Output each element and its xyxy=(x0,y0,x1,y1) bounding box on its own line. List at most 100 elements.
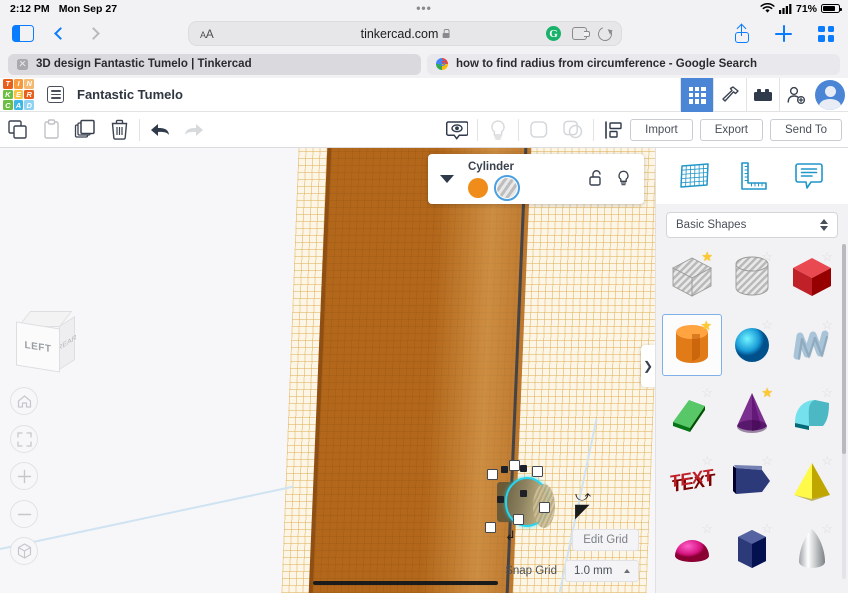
paste-button[interactable] xyxy=(34,112,68,148)
group-button[interactable] xyxy=(522,112,556,148)
star-icon[interactable]: ☆ xyxy=(821,386,833,399)
shape-sphere[interactable]: ☆ xyxy=(722,314,782,376)
send-to-button[interactable]: Send To xyxy=(770,118,842,141)
unlocked-padlock-icon[interactable] xyxy=(589,170,603,186)
shape-box[interactable]: ☆ xyxy=(782,246,842,308)
lightbulb-icon[interactable] xyxy=(617,170,630,186)
grid-view-button[interactable] xyxy=(680,78,713,112)
puzzle-extension-icon[interactable] xyxy=(572,27,590,40)
star-icon[interactable]: ☆ xyxy=(701,386,713,399)
redo-button[interactable] xyxy=(177,112,211,148)
perspective-toggle-button[interactable] xyxy=(10,537,38,565)
resize-handle[interactable] xyxy=(509,460,520,471)
notes-tab[interactable] xyxy=(791,158,827,194)
text-size-button[interactable]: AA xyxy=(200,27,214,41)
shape-hex-prism[interactable]: ☆ xyxy=(722,518,782,580)
view-cube-front[interactable]: LEFT xyxy=(16,321,60,373)
shape-scribble[interactable]: ☆ xyxy=(782,314,842,376)
object-properties-panel[interactable]: Cylinder xyxy=(428,154,644,204)
forward-button[interactable] xyxy=(87,27,100,40)
triangle-down-icon[interactable] xyxy=(440,175,454,183)
tools-button[interactable] xyxy=(713,78,746,112)
3d-canvas[interactable]: ⤻ ◤ ↲ Edit Grid Snap Grid 1.0 mm REAR LE… xyxy=(0,148,655,593)
workplane-tab[interactable] xyxy=(677,158,713,194)
stepper-icon[interactable] xyxy=(820,219,828,231)
view-cube[interactable]: REAR LEFT xyxy=(14,311,77,373)
star-icon[interactable]: ☆ xyxy=(821,454,833,467)
shape-cylinder-hole[interactable]: ☆ xyxy=(722,246,782,308)
shape-pentagon[interactable]: ☆ xyxy=(722,450,782,512)
browser-tab-tinkercad[interactable]: 3D design Fantastic Tumelo | Tinkercad xyxy=(8,53,421,75)
solid-color-swatch[interactable] xyxy=(468,177,488,198)
duplicate-button[interactable] xyxy=(68,112,102,148)
star-icon[interactable]: ★ xyxy=(700,319,712,332)
star-icon[interactable]: ☆ xyxy=(701,522,713,535)
export-button[interactable]: Export xyxy=(699,118,763,141)
resize-handle[interactable] xyxy=(513,514,524,525)
shape-roof[interactable]: ☆ xyxy=(662,382,722,444)
light-button[interactable] xyxy=(481,112,515,148)
star-icon[interactable]: ★ xyxy=(761,386,773,399)
import-button[interactable]: Import xyxy=(630,118,693,141)
view-cube-side[interactable]: REAR xyxy=(57,316,77,370)
corner-handle[interactable] xyxy=(520,490,527,497)
ungroup-button[interactable] xyxy=(556,112,590,148)
invite-button[interactable] xyxy=(779,78,812,112)
shape-category-dropdown[interactable]: Basic Shapes xyxy=(666,212,838,238)
close-icon[interactable] xyxy=(17,58,28,70)
resize-handle[interactable] xyxy=(532,466,543,477)
star-icon[interactable]: ☆ xyxy=(821,250,833,263)
zoom-out-button[interactable] xyxy=(10,500,38,528)
panel-scrollbar-thumb[interactable] xyxy=(842,244,846,454)
edit-grid-button[interactable]: Edit Grid xyxy=(572,529,639,551)
star-icon[interactable]: ☆ xyxy=(821,522,833,535)
star-icon[interactable]: ☆ xyxy=(821,318,833,331)
grammarly-icon[interactable]: G xyxy=(546,26,561,41)
tab-overview-icon[interactable] xyxy=(818,25,834,42)
user-avatar[interactable] xyxy=(812,78,848,112)
shape-box-hole[interactable]: ★ xyxy=(662,246,722,308)
shape-pyramid[interactable]: ☆ xyxy=(782,450,842,512)
zoom-in-button[interactable] xyxy=(10,462,38,490)
new-tab-button[interactable] xyxy=(775,25,792,42)
align-button[interactable] xyxy=(597,112,631,148)
shape-round-roof[interactable]: ☆ xyxy=(782,382,842,444)
resize-handle[interactable] xyxy=(485,522,496,533)
rotate-handle[interactable]: ↲ xyxy=(505,528,516,544)
rotate-handle[interactable]: ◤ xyxy=(575,500,590,523)
selected-object[interactable]: ⤻ ◤ ↲ xyxy=(485,460,591,543)
corner-handle[interactable] xyxy=(501,466,508,473)
shape-text[interactable]: TEXT TEXT ☆ xyxy=(662,450,722,512)
share-icon[interactable] xyxy=(735,23,749,43)
fit-to-view-button[interactable] xyxy=(10,425,38,453)
tinkercad-logo[interactable]: TIN KER CAD xyxy=(3,79,34,110)
shape-cone[interactable]: ★ xyxy=(722,382,782,444)
undo-button[interactable] xyxy=(143,112,177,148)
star-icon[interactable]: ☆ xyxy=(761,454,773,467)
star-icon[interactable]: ☆ xyxy=(761,522,773,535)
panel-collapse-button[interactable]: ❯ xyxy=(641,345,655,387)
reload-icon[interactable] xyxy=(595,24,615,43)
star-icon[interactable]: ☆ xyxy=(761,250,773,263)
corner-handle[interactable] xyxy=(520,465,527,472)
star-icon[interactable]: ☆ xyxy=(761,318,773,331)
ruler-tab[interactable] xyxy=(734,158,770,194)
document-list-icon[interactable] xyxy=(47,86,64,103)
shape-paraboloid[interactable]: ☆ xyxy=(782,518,842,580)
delete-button[interactable] xyxy=(102,112,136,148)
star-icon[interactable]: ☆ xyxy=(701,454,713,467)
sidebar-toggle-icon[interactable] xyxy=(12,25,34,42)
shape-cylinder[interactable]: ★ xyxy=(662,314,722,376)
home-view-button[interactable] xyxy=(10,387,38,415)
multitask-dots[interactable]: ••• xyxy=(416,1,432,15)
corner-handle[interactable] xyxy=(497,496,504,503)
browser-tab-google-search[interactable]: how to find radius from circumference - … xyxy=(427,53,840,75)
hole-swatch[interactable] xyxy=(493,174,521,201)
shape-half-sphere[interactable]: ☆ xyxy=(662,518,722,580)
blocks-button[interactable] xyxy=(746,78,779,112)
resize-handle[interactable] xyxy=(487,469,498,480)
resize-handle[interactable] xyxy=(539,502,550,513)
show-hide-button[interactable] xyxy=(440,112,474,148)
snap-grid-select[interactable]: 1.0 mm xyxy=(565,560,639,582)
star-icon[interactable]: ★ xyxy=(701,250,713,263)
